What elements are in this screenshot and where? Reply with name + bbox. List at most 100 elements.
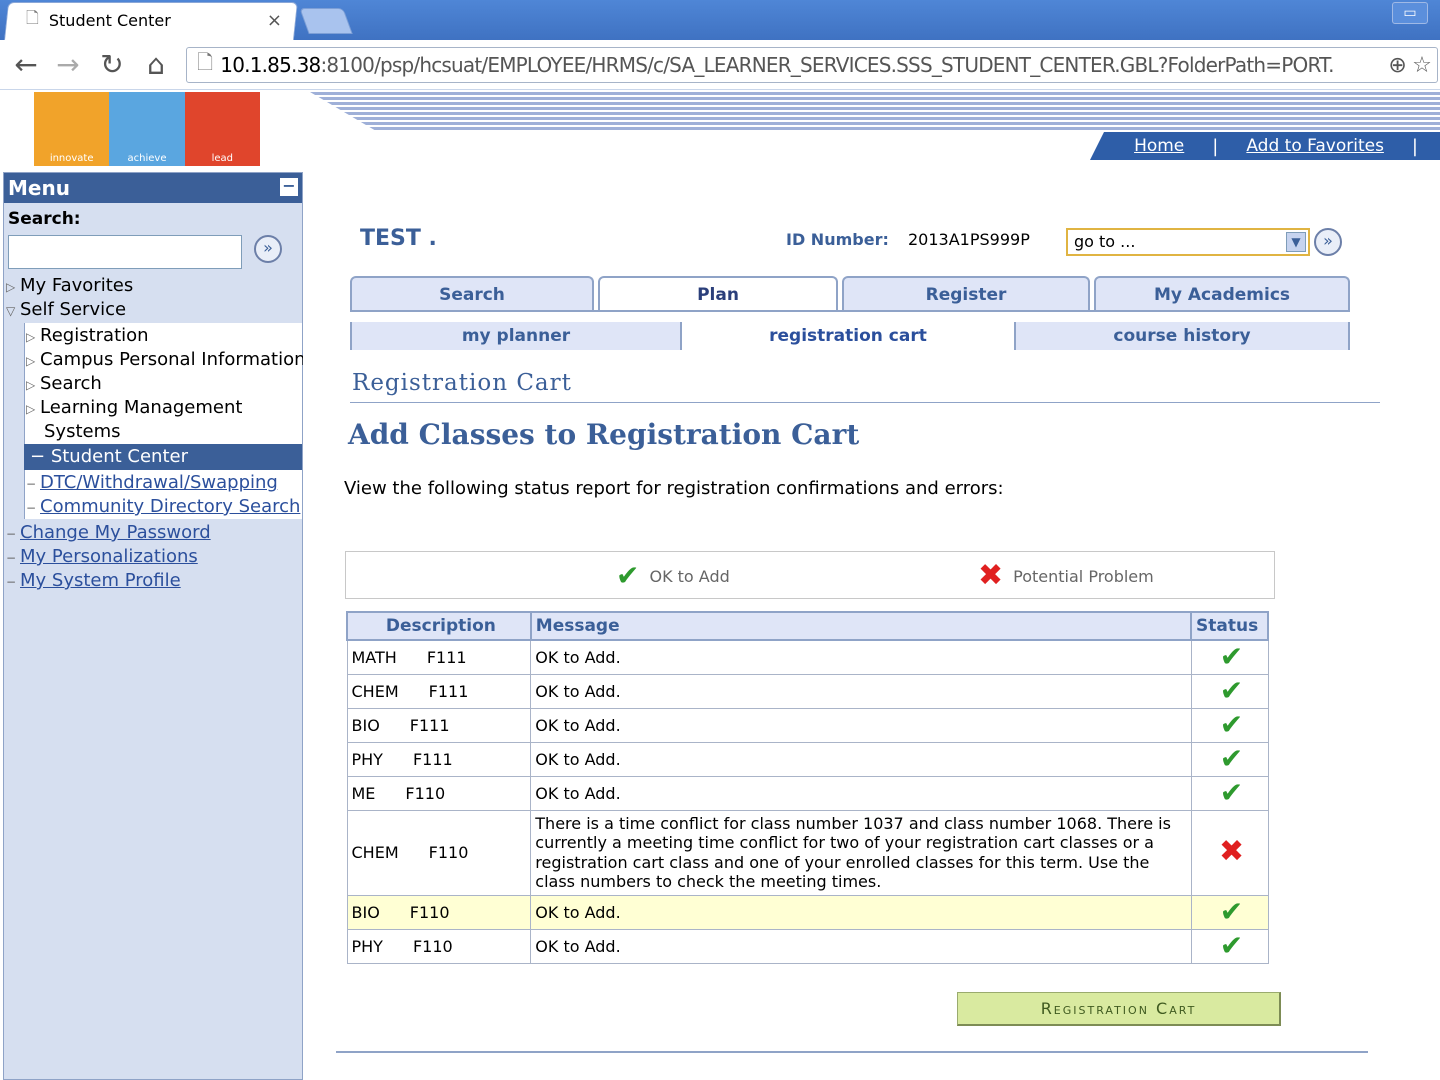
course-code: F110	[409, 902, 450, 922]
tab-search[interactable]: Search	[350, 276, 594, 310]
forward-arrow-icon[interactable]: →	[52, 48, 84, 82]
registration-cart-button[interactable]: Registration Cart	[957, 992, 1281, 1026]
legend-ok: ✔ OK to Add	[616, 559, 730, 592]
sidebar-item-campus-personal-information[interactable]: ▷ Campus Personal Information	[26, 348, 306, 373]
go-arrow-icon[interactable]: »	[254, 235, 282, 263]
status-cell: ✔	[1190, 639, 1269, 675]
message-cell: OK to Add.	[530, 673, 1192, 709]
sidebar-item-label[interactable]: My Personalizations	[20, 546, 198, 567]
sidebar-item-learning-management-systems[interactable]: Systems	[44, 420, 121, 444]
column-header-message: Message	[529, 611, 1193, 641]
minimize-window-button[interactable]: ▭	[1392, 2, 1428, 24]
tab-register[interactable]: Register	[842, 276, 1090, 310]
tab-label: Plan	[697, 285, 739, 305]
home-icon[interactable]: ⌂	[140, 48, 172, 82]
logo-text: lead	[211, 153, 234, 164]
student-name: TEST .	[360, 226, 437, 251]
sidebar-item-label[interactable]: Community Directory Search	[40, 496, 300, 517]
status-cell: ✖	[1190, 809, 1269, 896]
table-row: PHY F110 OK to Add. ✔	[346, 928, 1269, 964]
goto-select[interactable]: go to ... ▼	[1066, 228, 1310, 256]
menu-sidebar: Menu − Search: » − Student Center ▷ My Fa…	[3, 172, 306, 1080]
sidebar-item-label: My Favorites	[20, 275, 134, 296]
address-bar[interactable]: 🗋 10.1.85.38 :8100/psp/hcsuat/EMPLOYEE/H…	[186, 47, 1438, 83]
legend-problem-label: Potential Problem	[1013, 566, 1154, 586]
description-cell: MATH F111	[346, 639, 532, 675]
menu-search-input[interactable]	[8, 235, 242, 269]
sidebar-item-self-service[interactable]: ▽ Self Service	[6, 298, 126, 323]
subject-code: PHY	[351, 749, 383, 769]
description-cell: BIO F110	[346, 894, 532, 930]
subject-code: BIO	[351, 902, 380, 922]
go-arrow-icon[interactable]: »	[1314, 228, 1342, 256]
tab-label: My Academics	[1153, 285, 1291, 305]
sidebar-item-my-personalizations[interactable]: − My Personalizations	[6, 545, 198, 570]
menu-title: Menu	[8, 176, 70, 200]
column-header-description: Description	[346, 611, 532, 641]
tab-my-academics[interactable]: My Academics	[1094, 276, 1350, 310]
course-code: F111	[412, 749, 453, 769]
home-link[interactable]: Home	[1134, 136, 1184, 156]
logo-text: innovate	[49, 153, 94, 164]
description-cell: BIO F111	[346, 707, 532, 743]
sidebar-item-label: Student Center	[50, 446, 188, 467]
zoom-icon[interactable]: ⊕	[1388, 53, 1406, 78]
sidebar-item-label[interactable]: DTC/Withdrawal/Swapping	[40, 472, 278, 493]
message-cell: There is a time conflict for class numbe…	[530, 809, 1192, 896]
intro-text: View the following status report for reg…	[344, 478, 1004, 499]
subject-code: CHEM	[351, 843, 399, 862]
sidebar-item-label[interactable]: Change My Password	[20, 522, 211, 543]
subtab-label: course history	[1113, 326, 1251, 346]
sidebar-item-label[interactable]: My System Profile	[20, 570, 181, 591]
course-code: F110	[412, 936, 453, 956]
close-tab-icon[interactable]: ×	[267, 10, 282, 31]
title-divider	[350, 402, 1380, 403]
sidebar-item-search[interactable]: ▷ Search	[26, 372, 102, 397]
sidebar-item-my-system-profile[interactable]: − My System Profile	[6, 569, 181, 594]
sidebar-item-label: Systems	[44, 421, 121, 442]
triangle-right-icon: ▷	[26, 402, 36, 416]
triangle-down-icon: ▽	[6, 304, 16, 318]
add-to-favorites-link[interactable]: Add to Favorites	[1246, 136, 1384, 156]
collapse-icon[interactable]: −	[280, 178, 298, 196]
subtab-course-history[interactable]: course history	[1014, 322, 1350, 350]
sidebar-item-my-favorites[interactable]: ▷ My Favorites	[6, 274, 133, 299]
course-code: F110	[428, 843, 469, 862]
check-icon: ✔	[1219, 707, 1244, 741]
new-tab-button[interactable]	[299, 8, 353, 34]
sidebar-item-label: Learning Management	[40, 397, 243, 418]
status-cell: ✔	[1190, 673, 1269, 709]
id-number-value: 2013A1PS999P	[908, 230, 1030, 249]
check-icon: ✔	[616, 559, 640, 592]
table-row: MATH F111 OK to Add. ✔	[346, 639, 1269, 675]
reload-icon[interactable]: ↻	[96, 48, 128, 82]
subtab-label: my planner	[461, 326, 571, 346]
back-arrow-icon[interactable]: ←	[10, 48, 42, 82]
menu-search-label: Search:	[8, 209, 81, 229]
sidebar-item-label: Registration	[40, 325, 149, 346]
sidebar-item-community-directory-search[interactable]: − Community Directory Search	[26, 495, 300, 520]
triangle-right-icon: ▷	[6, 280, 16, 294]
subtab-my-planner[interactable]: my planner	[350, 322, 682, 350]
sidebar-item-dtc-withdrawal-swapping[interactable]: − DTC/Withdrawal/Swapping	[26, 471, 278, 496]
sidebar-item-student-center[interactable]: − Student Center	[24, 444, 302, 470]
subtab-registration-cart[interactable]: registration cart	[686, 322, 1010, 350]
legend-problem: ✖ Potential Problem	[978, 561, 1154, 591]
chevron-down-icon[interactable]: ▼	[1286, 232, 1306, 252]
separator: |	[1411, 135, 1418, 157]
check-icon: ✔	[1219, 928, 1244, 962]
sidebar-item-registration[interactable]: ▷ Registration	[26, 324, 149, 349]
subject-code: MATH	[351, 647, 397, 667]
logo-text: achieve	[127, 153, 167, 164]
goto-select-value: go to ...	[1074, 232, 1136, 251]
bookmark-star-icon[interactable]: ☆	[1412, 53, 1432, 78]
table-row: CHEM F111 OK to Add. ✔	[346, 673, 1269, 709]
logo-panel: innovate	[34, 92, 110, 166]
triangle-right-icon: ▷	[26, 354, 36, 368]
sidebar-item-label: Campus Personal Information	[40, 349, 306, 370]
check-icon: ✔	[1219, 673, 1244, 707]
sidebar-item-learning-management[interactable]: ▷ Learning Management	[26, 396, 242, 421]
check-icon: ✔	[1219, 639, 1244, 673]
sidebar-item-change-my-password[interactable]: − Change My Password	[6, 521, 211, 546]
tab-plan[interactable]: Plan	[598, 276, 838, 312]
